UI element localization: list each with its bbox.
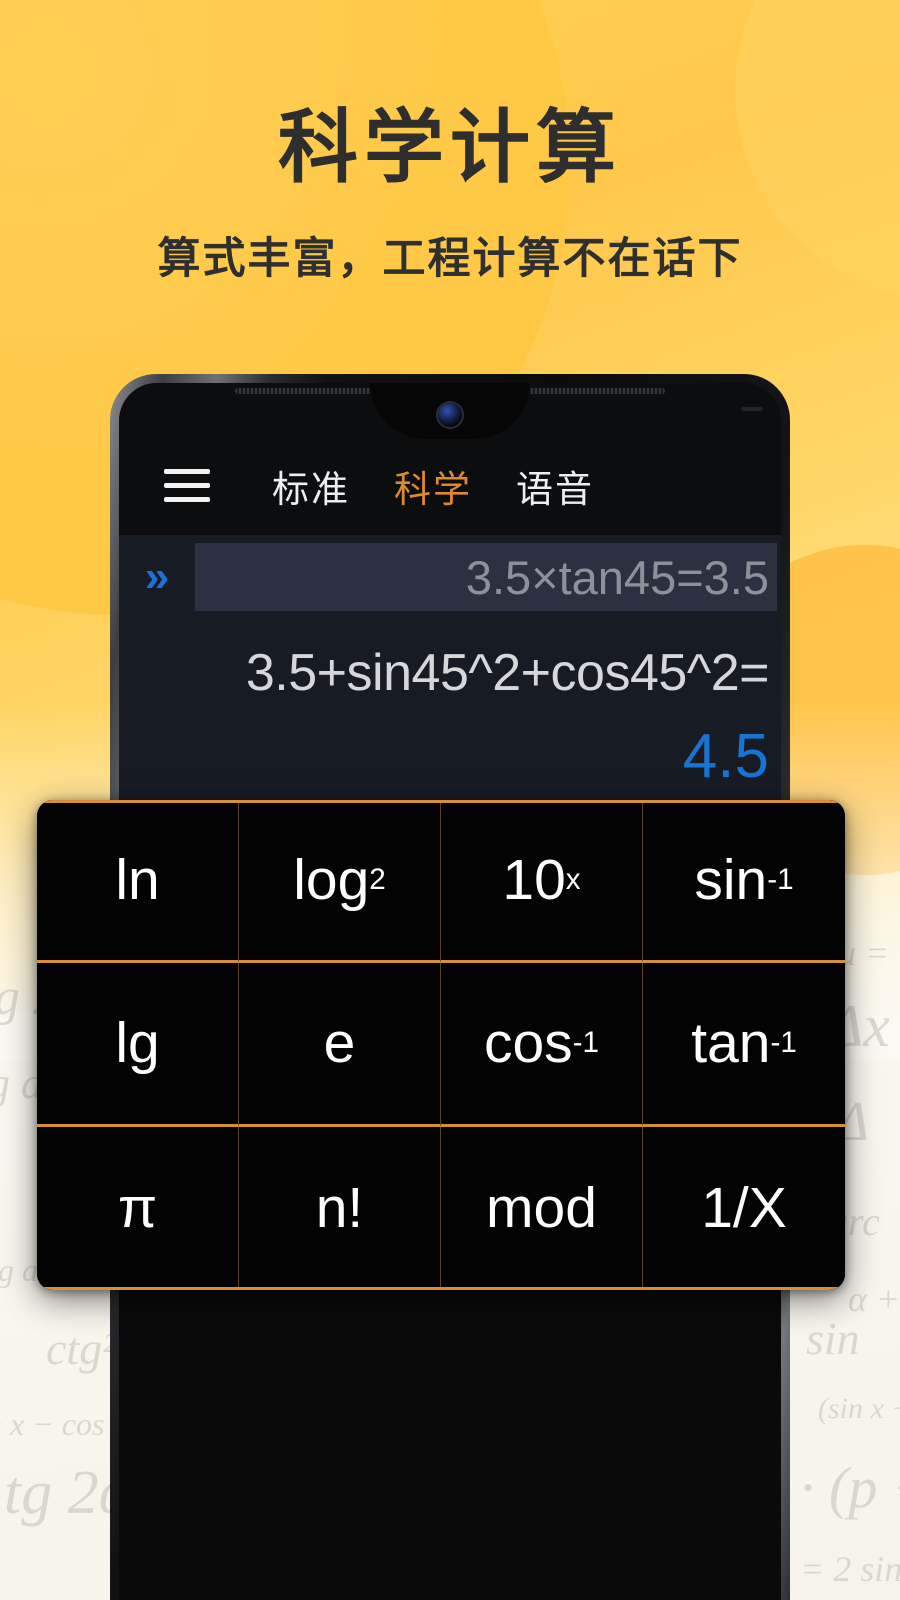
- sci-key-sin[interactable]: sin -1: [643, 800, 845, 964]
- sci-key-mod[interactable]: mod: [441, 1126, 643, 1290]
- key-label: 1/X: [701, 1176, 787, 1241]
- key-label: e: [323, 1011, 356, 1076]
- page-title: 科学计算: [278, 103, 622, 192]
- sci-key-1X[interactable]: 1/X: [643, 1126, 845, 1290]
- key-subscript: 2: [369, 863, 386, 897]
- hamburger-menu-icon[interactable]: [164, 469, 210, 502]
- sci-key-lg[interactable]: lg: [37, 963, 239, 1127]
- key-label: n!: [315, 1176, 364, 1241]
- sci-key-tan[interactable]: tan -1: [643, 963, 845, 1127]
- tab-label: 标准: [272, 468, 350, 510]
- double-chevron-right-icon[interactable]: »: [119, 555, 195, 599]
- calculator-display: » 3.5×tan45=3.5 3.5+sin45^2+cos45^2= 4.5: [119, 535, 781, 803]
- tab-label: 语音: [516, 468, 594, 510]
- key-label: log: [293, 848, 370, 913]
- history-box[interactable]: 3.5×tan45=3.5: [195, 543, 777, 611]
- result-text: 4.5: [682, 722, 769, 791]
- sci-key-log[interactable]: log 2: [239, 800, 441, 964]
- front-camera-icon: [438, 403, 462, 427]
- sci-key-[interactable]: π: [37, 1126, 239, 1290]
- expression-text: 3.5+sin45^2+cos45^2=: [245, 644, 770, 702]
- page-subtitle: 算式丰富，工程计算不在话下: [157, 235, 743, 283]
- key-superscript: -1: [572, 1026, 600, 1060]
- key-label: π: [117, 1176, 158, 1241]
- key-label: tan: [691, 1011, 771, 1076]
- status-bar-sensor: [741, 407, 763, 411]
- sci-key-e[interactable]: e: [239, 963, 441, 1127]
- key-label: sin: [694, 848, 768, 913]
- key-label: 10: [502, 848, 566, 913]
- key-superscript: -1: [770, 1026, 797, 1060]
- key-label: mod: [486, 1176, 597, 1241]
- mode-tabs: 标准 科学 语音: [250, 459, 616, 541]
- history-text: 3.5×tan45=3.5: [465, 550, 769, 604]
- sci-key-10[interactable]: 10 x: [441, 800, 643, 964]
- tab-3[interactable]: 语音: [494, 459, 616, 513]
- history-row: » 3.5×tan45=3.5: [119, 543, 781, 611]
- key-label: ln: [115, 848, 160, 913]
- tab-1[interactable]: 标准: [250, 459, 372, 513]
- app-topbar: 标准 科学 语音: [119, 439, 781, 541]
- key-superscript: -1: [767, 863, 794, 897]
- promo-screenshot: g 2g actgog a b = nctg²n x − cos xtg 2α …: [0, 0, 900, 1600]
- tab-label: 科学: [394, 468, 472, 510]
- sci-key-n[interactable]: n!: [239, 1126, 441, 1290]
- key-superscript: x: [565, 863, 581, 897]
- sci-key-ln[interactable]: ln: [37, 800, 239, 964]
- sci-key-cos[interactable]: cos -1: [441, 963, 643, 1127]
- key-label: cos: [483, 1011, 573, 1076]
- scientific-function-panel: ln log 2 10 x sin -1 lg e cos -1 tan -1 π n! mod 1/X: [37, 800, 845, 1290]
- tab-2[interactable]: 科学: [372, 459, 494, 541]
- key-label: lg: [115, 1011, 160, 1076]
